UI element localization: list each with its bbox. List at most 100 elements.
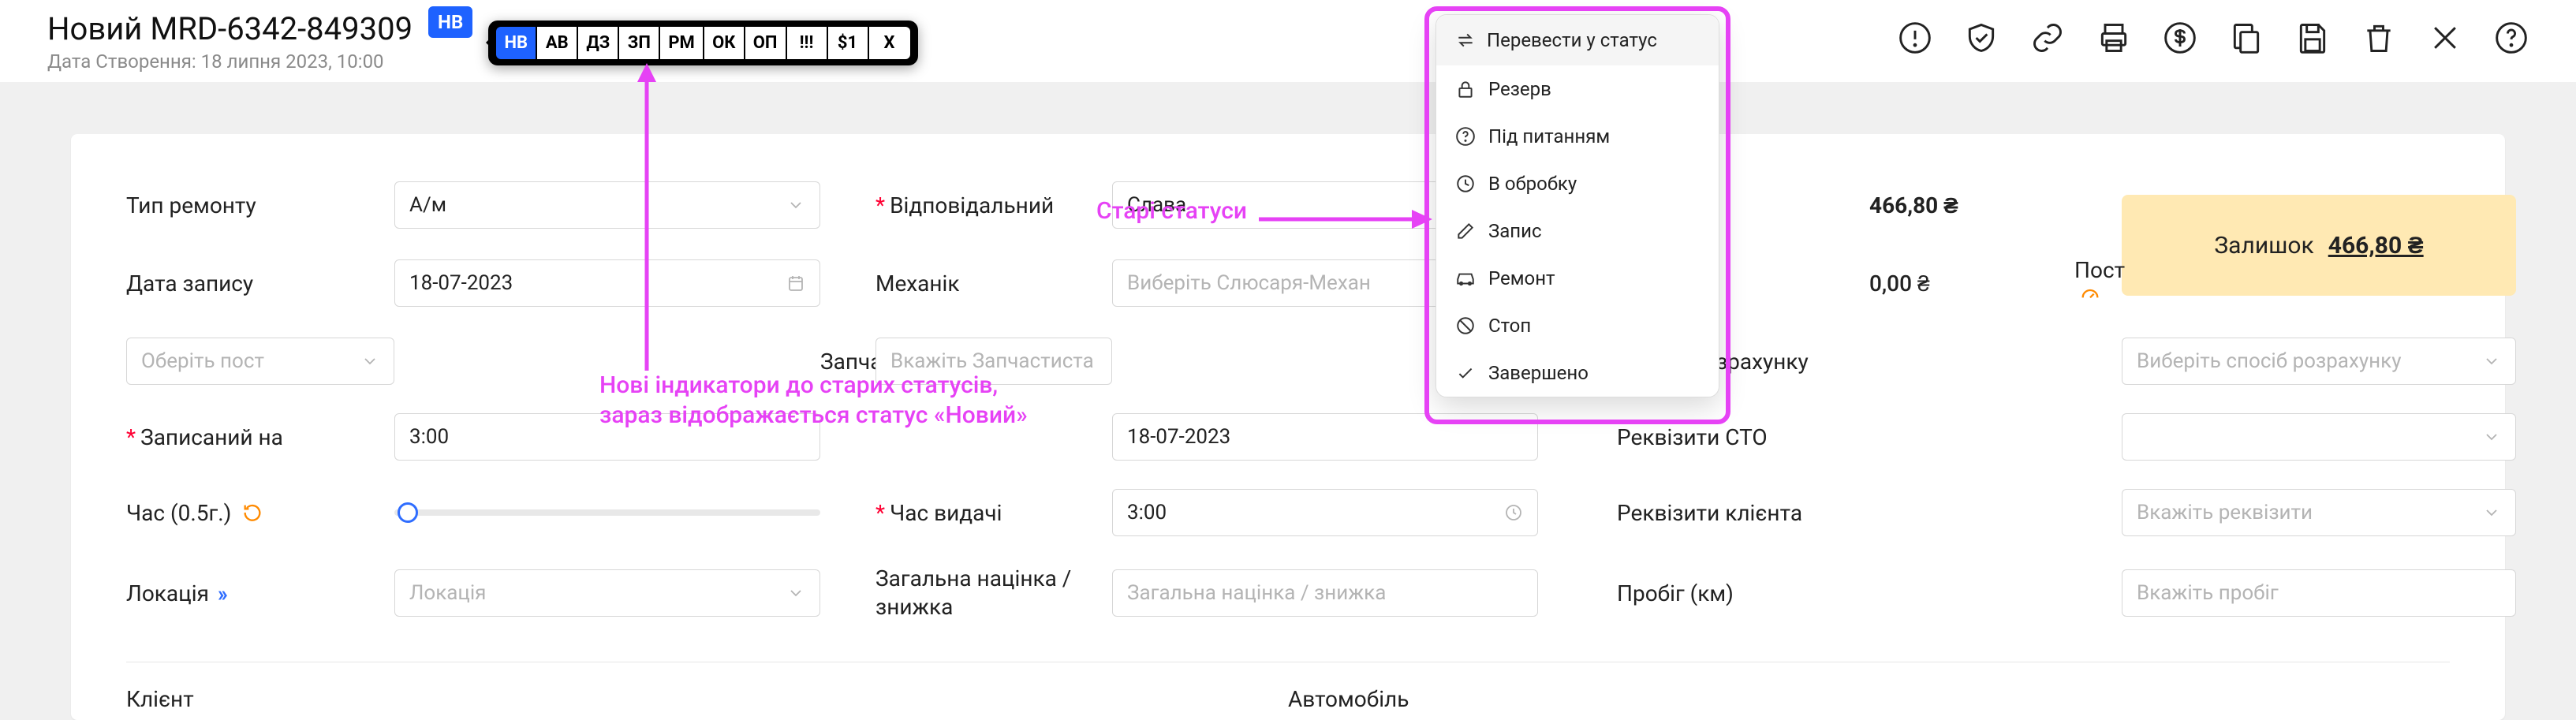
- status-code-av[interactable]: АВ: [537, 27, 578, 59]
- status-item-label: Резерв: [1488, 78, 1551, 100]
- stop-icon: [1455, 315, 1476, 336]
- label-record-date: Дата запису: [126, 270, 394, 297]
- input-record-date[interactable]: 18-07-2023: [394, 259, 820, 307]
- status-item-label: В обробку: [1488, 173, 1577, 195]
- order-header: Новий MRD-6342-849309 Дата Створення: 18…: [0, 0, 2576, 82]
- shield-icon[interactable]: [1964, 21, 1999, 55]
- balance-label: Залишок: [2214, 232, 2313, 259]
- copy-icon[interactable]: [2229, 21, 2264, 55]
- arrows-icon: ››: [218, 580, 225, 606]
- save-icon[interactable]: [2295, 21, 2330, 55]
- alert-icon[interactable]: [1898, 21, 1932, 55]
- label-responsible: *Відповідальний: [875, 192, 1112, 218]
- placeholder: Загальна націнка / знижка: [1127, 581, 1386, 605]
- status-item-label: Запис: [1488, 220, 1542, 242]
- status-dropdown-head-label: Перевести у статус: [1487, 29, 1657, 51]
- section-vehicle: Автомобіль: [1288, 686, 2450, 712]
- status-item-processing[interactable]: В обробку: [1436, 160, 1719, 207]
- label-time: Час (0.5г.): [126, 500, 394, 526]
- label-mechanic: Механік: [875, 270, 1112, 297]
- label-markup: Загальна націнка / знижка: [875, 565, 1112, 622]
- time-slider[interactable]: [394, 509, 820, 516]
- link-icon[interactable]: [2030, 21, 2065, 55]
- sections-row: Клієнт Автомобіль: [126, 662, 2450, 712]
- annotation-old-statuses: Старі статуси: [1096, 197, 1247, 225]
- transfer-icon: [1455, 30, 1476, 50]
- select-repair-type[interactable]: А/м: [394, 181, 820, 229]
- label-location: Локація ››: [126, 580, 394, 606]
- current-status-chip[interactable]: НВ: [428, 6, 472, 38]
- annotation-new-indicators: Нові індикатори до старих статусів, зара…: [599, 371, 1028, 430]
- status-code-rm[interactable]: РМ: [660, 27, 704, 59]
- value: 18-07-2023: [409, 271, 513, 295]
- status-code-ok[interactable]: ОК: [704, 27, 745, 59]
- placeholder: Локація: [409, 581, 486, 605]
- help-icon[interactable]: [2494, 21, 2529, 55]
- value: 3:00: [409, 425, 449, 449]
- status-item-label: Стоп: [1488, 315, 1531, 337]
- input-issue-date[interactable]: 18-07-2023: [1112, 413, 1538, 461]
- status-code-nv[interactable]: НВ: [496, 27, 537, 59]
- lock-icon: [1455, 79, 1476, 99]
- status-item-label: Під питанням: [1488, 125, 1610, 147]
- section-client: Клієнт: [126, 686, 1288, 712]
- select-paymethod[interactable]: Виберіть спосіб розрахунку: [2122, 338, 2516, 385]
- input-markup[interactable]: Загальна націнка / знижка: [1112, 569, 1538, 617]
- input-mileage[interactable]: Вкажіть пробіг: [2122, 569, 2516, 617]
- refresh-icon[interactable]: [241, 502, 263, 524]
- status-item-reserve[interactable]: Резерв: [1436, 65, 1719, 113]
- status-item-repair[interactable]: Ремонт: [1436, 255, 1719, 302]
- title-block: Новий MRD-6342-849309 Дата Створення: 18…: [47, 10, 413, 73]
- status-dropdown: Перевести у статус Резерв Під питанням В…: [1435, 14, 1719, 397]
- chevron-down-icon: [2482, 503, 2501, 522]
- select-post[interactable]: Оберіть пост: [126, 338, 394, 385]
- value: 18-07-2023: [1127, 425, 1230, 449]
- order-title: Новий MRD-6342-849309: [47, 10, 413, 47]
- status-code-zp[interactable]: ЗП: [619, 27, 660, 59]
- select-location[interactable]: Локація: [394, 569, 820, 617]
- value: А/м: [409, 193, 446, 217]
- label-req-client: Реквізити клієнта: [1617, 500, 2074, 526]
- print-icon[interactable]: [2096, 21, 2131, 55]
- chevron-down-icon: [786, 584, 805, 602]
- chevron-down-icon: [2482, 352, 2501, 371]
- status-code-dz[interactable]: ДЗ: [578, 27, 619, 59]
- status-item-label: Ремонт: [1488, 267, 1555, 289]
- status-item-stop[interactable]: Стоп: [1436, 302, 1719, 349]
- status-codes-popover: НВ АВ ДЗ ЗП РМ ОК ОП !!! $1 Х: [488, 21, 917, 65]
- input-issue-time[interactable]: 3:00: [1112, 489, 1538, 536]
- label-booked-for: *Записаний на: [126, 424, 394, 450]
- paid-value: 0,00 ₴: [1869, 270, 1930, 297]
- status-code-op[interactable]: ОП: [745, 27, 787, 59]
- clock-icon: [1455, 173, 1476, 194]
- dollar-icon[interactable]: [2163, 21, 2197, 55]
- close-icon[interactable]: [2428, 21, 2462, 55]
- chevron-down-icon: [2482, 427, 2501, 446]
- placeholder: Виберіть спосіб розрахунку: [2137, 349, 2402, 373]
- placeholder: Вкажіть Запчастиста: [890, 349, 1094, 373]
- placeholder: Виберіть Слюсаря-Механ: [1127, 271, 1371, 295]
- balance-box[interactable]: Залишок 466,80 ₴: [2122, 195, 2516, 296]
- status-item-question[interactable]: Під питанням: [1436, 113, 1719, 160]
- trash-icon[interactable]: [2361, 21, 2396, 55]
- placeholder: Оберіть пост: [141, 349, 264, 373]
- status-item-record[interactable]: Запис: [1436, 207, 1719, 255]
- sum-value: 466,80 ₴: [1869, 192, 1958, 218]
- value: 3:00: [1127, 501, 1167, 524]
- select-req-sto[interactable]: [2122, 413, 2516, 461]
- label-mileage: Пробіг (км): [1617, 580, 2074, 606]
- question-icon: [1455, 126, 1476, 147]
- status-code-x[interactable]: Х: [869, 27, 910, 59]
- calendar-icon: [786, 274, 805, 293]
- edit-icon: [1455, 221, 1476, 241]
- label-repair-type: Тип ремонту: [126, 192, 394, 218]
- status-item-done[interactable]: Завершено: [1436, 349, 1719, 397]
- status-code-alert[interactable]: !!!: [787, 27, 828, 59]
- label-issue-time: *Час видачі: [875, 500, 1112, 526]
- header-toolbar: [1898, 21, 2529, 55]
- status-code-pay[interactable]: $1: [828, 27, 869, 59]
- label-req-sto: Реквізити СТО: [1617, 424, 2074, 450]
- balance-value: 466,80 ₴: [2328, 232, 2424, 259]
- select-req-client[interactable]: Вкажіть реквізити: [2122, 489, 2516, 536]
- status-dropdown-head[interactable]: Перевести у статус: [1436, 15, 1719, 65]
